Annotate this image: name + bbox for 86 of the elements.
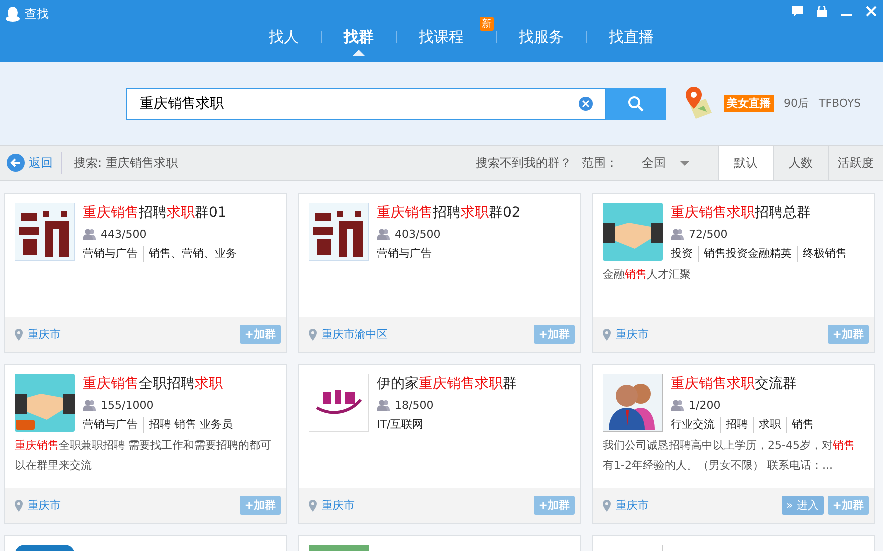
- group-card[interactable]: 重庆销售求职交流群 1/200 行业交流 招聘 求职 销售 我们公司诚恳招聘高中以上学历，25-45岁，对销售 有1-2年经验的人。（男女不限） 联系电话：... 重庆市 » 进入 +加群: [592, 364, 875, 524]
- new-badge: 新: [480, 17, 494, 31]
- group-description: 重庆销售全职兼职招聘 需要找工作和需要招聘的都可以在群里来交流: [15, 438, 272, 474]
- lock-icon[interactable]: [817, 6, 827, 17]
- group-name[interactable]: 重庆销售全职招聘求职: [83, 374, 233, 394]
- character-image-avatar: [15, 203, 75, 261]
- help-link[interactable]: 搜索不到我的群？: [476, 154, 572, 172]
- back-button[interactable]: 返回: [0, 152, 62, 174]
- range-label: 范围：: [582, 154, 618, 172]
- members-icon: [83, 229, 97, 240]
- group-card[interactable]: 重庆销售全职招聘求职 155/1000 营销与广告 招聘 销售 业务员 重庆销售全职兼职招聘 需要找工作和需要招聘的都可以在群里来交流 重庆市 +加群: [4, 364, 287, 524]
- tab[interactable]: 找服务: [497, 19, 586, 55]
- location-link[interactable]: 重庆市渝中区: [322, 327, 388, 342]
- group-card[interactable]: 重庆销售求职招聘总群 72/500 投资 销售投资金融精英 终极销售 金融销售人才汇聚 重庆市 +加群: [592, 193, 875, 353]
- group-tag: 营销与广告: [83, 417, 138, 433]
- group-name[interactable]: 伊的家重庆销售求职群: [377, 374, 517, 394]
- member-count: 1/200: [689, 398, 721, 414]
- group-tag: 销售、营销、业务: [143, 246, 237, 262]
- penguin-icon: [6, 6, 20, 22]
- group-tag: IT/互联网: [377, 417, 424, 433]
- group-tag: 行业交流: [671, 417, 715, 433]
- members-icon: [377, 229, 391, 240]
- member-count: 72/500: [689, 227, 728, 243]
- character-image-avatar: [309, 203, 369, 261]
- group-name[interactable]: 重庆销售招聘求职群02: [377, 203, 521, 223]
- hot-link[interactable]: 90后: [784, 96, 809, 111]
- group-card[interactable]: 重庆销售招聘求职群01 443/500 营销与广告 销售、营销、业务 重庆市 +加群: [4, 193, 287, 353]
- tab[interactable]: 找直播: [587, 19, 676, 55]
- members-icon: [671, 229, 685, 240]
- group-tag: 终极销售: [797, 246, 847, 262]
- group-card[interactable]: 伊的家重庆销售求职群 18/500 IT/互联网 重庆市 +加群: [298, 364, 581, 524]
- group-card[interactable]: 重庆销售招聘求职群02 403/500 营销与广告 重庆市渝中区 +加群: [298, 193, 581, 353]
- location-link[interactable]: 重庆市: [28, 498, 61, 513]
- member-count: 18/500: [395, 398, 434, 414]
- location-link[interactable]: 重庆市: [616, 327, 649, 342]
- logo-avatar: [309, 374, 369, 432]
- location-link[interactable]: 重庆市: [616, 498, 649, 513]
- group-tag: 销售投资金融精英: [698, 246, 792, 262]
- group-tag: 营销与广告: [377, 246, 432, 262]
- sort-tab[interactable]: 人数: [773, 146, 828, 180]
- group-description: 我们公司诚恳招聘高中以上学历，25-45岁，对销售 有1-2年经验的人。（男女不限） 联系电话：...: [603, 438, 856, 474]
- tab[interactable]: 找课程 新: [397, 19, 496, 55]
- member-count: 155/1000: [101, 398, 154, 414]
- group-tag: 招聘 销售 业务员: [143, 417, 233, 433]
- search-query-label: 搜索: 重庆销售求职: [74, 154, 178, 172]
- clear-icon[interactable]: [579, 96, 593, 110]
- caret-icon: [680, 160, 690, 166]
- hot-link[interactable]: TFBOYS: [819, 97, 862, 110]
- search-field[interactable]: 重庆销售求职: [126, 88, 606, 120]
- group-tag: 销售: [786, 417, 814, 433]
- location-pin-icon: [603, 328, 611, 340]
- people-avatar: [603, 374, 663, 432]
- group-tag: 营销与广告: [83, 246, 138, 262]
- group-name[interactable]: 重庆销售求职交流群: [671, 374, 814, 394]
- group-name[interactable]: 重庆销售招聘求职群01: [83, 203, 237, 223]
- group-tag: 招聘: [720, 417, 748, 433]
- location-pin-icon: [309, 500, 317, 512]
- tab[interactable]: 找群: [322, 19, 396, 55]
- tab[interactable]: 找人: [247, 19, 321, 55]
- feedback-icon[interactable]: [792, 6, 803, 17]
- location-pin-icon: [309, 328, 317, 340]
- members-icon: [671, 400, 685, 411]
- location-pin-icon: [15, 500, 23, 512]
- members-icon: [83, 400, 97, 411]
- group-name[interactable]: 重庆销售求职招聘总群: [671, 203, 847, 223]
- window-title: 查找: [25, 6, 49, 23]
- handshake-avatar: [15, 374, 75, 432]
- map-pin-icon[interactable]: [684, 86, 714, 120]
- members-icon: [377, 400, 391, 411]
- search-button[interactable]: [606, 88, 666, 120]
- member-count: 443/500: [101, 227, 147, 243]
- group-tag: 投资: [671, 246, 693, 262]
- close-icon[interactable]: [866, 6, 877, 17]
- location-link[interactable]: 重庆市: [322, 498, 355, 513]
- location-link[interactable]: 重庆市: [28, 327, 61, 342]
- hot-tag[interactable]: 美女直播: [724, 95, 774, 112]
- sort-tab[interactable]: 活跃度: [828, 146, 883, 180]
- group-description: 金融销售人才汇聚: [603, 267, 692, 283]
- group-tag: 求职: [753, 417, 781, 433]
- location-pin-icon: [15, 328, 23, 340]
- sort-tab[interactable]: 默认: [718, 146, 773, 180]
- member-count: 403/500: [395, 227, 441, 243]
- range-dropdown[interactable]: 全国: [636, 154, 696, 172]
- location-pin-icon: [603, 500, 611, 512]
- handshake-avatar: [603, 203, 663, 261]
- search-icon: [628, 96, 644, 112]
